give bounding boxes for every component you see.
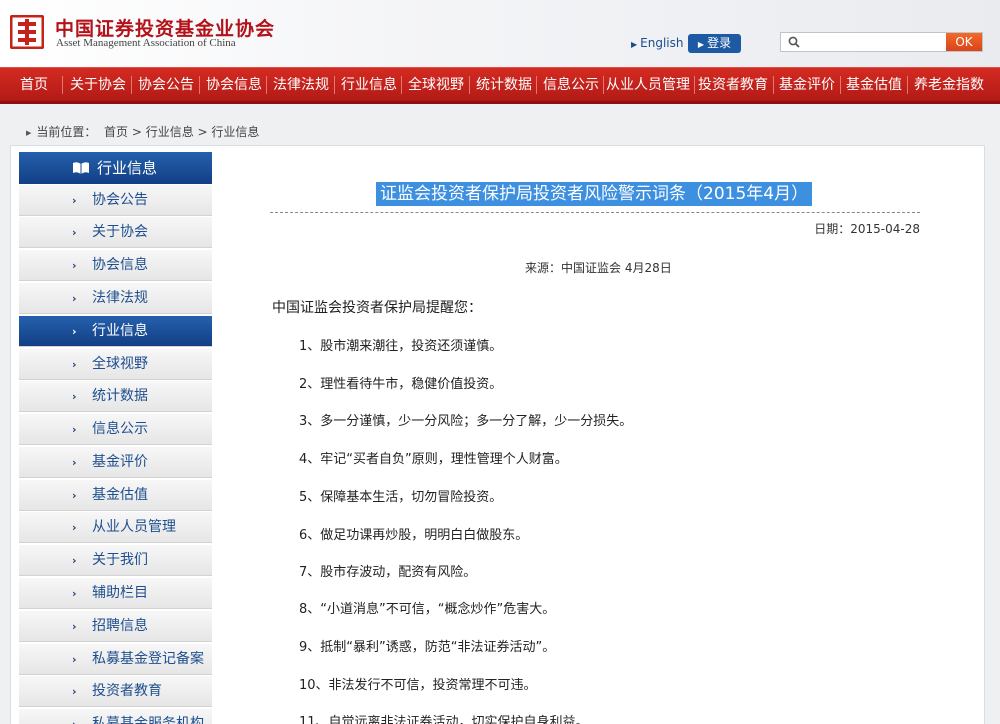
nav-disclosure[interactable]: 信息公示 [543, 68, 599, 102]
chevron-right-icon: › [72, 358, 77, 371]
title-divider [270, 212, 920, 213]
sidebar-item-private-fund-services[interactable]: ›私募基金服务机构 [19, 709, 212, 724]
sidebar-item-auxiliary[interactable]: › 辅助栏目 [19, 578, 212, 609]
nav-divider [694, 76, 695, 94]
search-icon [788, 36, 800, 48]
search-ok-button[interactable]: OK [946, 33, 982, 51]
nav-investor-education[interactable]: 投资者教育 [698, 68, 768, 102]
sidebar-item-about-us[interactable]: › 关于我们 [19, 545, 212, 576]
chevron-right-icon: › [72, 709, 77, 724]
sidebar-item-announcements[interactable]: › 协会公告 [19, 185, 212, 216]
chevron-right-icon: › [72, 456, 77, 469]
main-nav: 首页 关于协会 协会公告 协会信息 法律法规 行业信息 全球视野 统计数据 信息… [0, 67, 1000, 104]
nav-divider [334, 76, 335, 94]
breadcrumb-path[interactable]: 首页 > 行业信息 > 行业信息 [104, 125, 259, 139]
site-header: 中国证券投资基金业协会 Asset Management Association… [0, 0, 1000, 67]
english-link[interactable]: ▶ English [631, 36, 684, 50]
article-date: 日期：2015-04-28 [814, 222, 920, 236]
chevron-right-icon: › [72, 489, 77, 502]
article-source: 来源：中国证监会 4月28日 [525, 261, 672, 275]
chevron-right-icon: › [72, 325, 77, 338]
nav-fund-valuation[interactable]: 基金估值 [846, 68, 902, 102]
sidebar-item-global-view[interactable]: › 全球视野 [19, 349, 212, 380]
nav-home[interactable]: 首页 [20, 68, 48, 102]
breadcrumb-arrow-icon: ▶ [26, 129, 32, 137]
arrow-right-icon: ▶ [697, 40, 705, 49]
article-line: 7、股市存波动，配资有风险。 [299, 565, 477, 580]
association-logo-icon[interactable] [10, 15, 44, 49]
sidebar-item-industry-info[interactable]: › 行业信息 [19, 316, 212, 347]
chevron-right-icon: › [72, 259, 77, 272]
org-name-en: Asset Management Association of China [56, 37, 236, 49]
chevron-right-icon: › [72, 554, 77, 567]
nav-pension-index[interactable]: 养老金指数 [914, 68, 984, 102]
sidebar-item-laws[interactable]: › 法律法规 [19, 283, 212, 314]
article-line: 10、非法发行不可信，投资常理不可违。 [299, 678, 537, 693]
search-input[interactable] [805, 34, 945, 50]
article-line: 8、“小道消息”不可信，“概念炒作”危害大。 [299, 602, 556, 617]
article-line: 2、理性看待牛市，稳健价值投资。 [299, 377, 503, 392]
chevron-right-icon: › [72, 685, 77, 698]
sidebar-item-private-fund-registration[interactable]: › 私募基金登记备案 [19, 644, 212, 675]
article-line: 3、多一分谨慎，少一分风险；多一分了解，少一分损失。 [299, 414, 633, 429]
nav-divider [266, 76, 267, 94]
nav-divider [131, 76, 132, 94]
chevron-right-icon: › [72, 620, 77, 633]
nav-fund-rating[interactable]: 基金评价 [779, 68, 835, 102]
nav-global-view[interactable]: 全球视野 [408, 68, 464, 102]
nav-association-info[interactable]: 协会信息 [206, 68, 262, 102]
article-line: 9、抵制“暴利”诱惑，防范“非法证券活动”。 [299, 640, 556, 655]
nav-announcements[interactable]: 协会公告 [138, 68, 194, 102]
nav-divider [199, 76, 200, 94]
article-line: 11、自觉远离非法证券活动，切实保护自身利益。 [299, 715, 589, 724]
sidebar-item-investor-education[interactable]: › 投资者教育 [19, 676, 212, 707]
article-line: 1、股市潮来潮往，投资还须谨慎。 [299, 339, 503, 354]
sidebar-item-fund-valuation[interactable]: › 基金估值 [19, 480, 212, 511]
nav-industry-info[interactable]: 行业信息 [341, 68, 397, 102]
nav-statistics[interactable]: 统计数据 [476, 68, 532, 102]
breadcrumb: ▶ 当前位置： 首页 > 行业信息 > 行业信息 [26, 123, 259, 140]
nav-divider [907, 76, 908, 94]
login-button[interactable]: ▶ 登录 [688, 34, 741, 53]
nav-divider [469, 76, 470, 94]
chevron-right-icon: › [72, 194, 77, 207]
breadcrumb-prefix: 当前位置： [36, 125, 97, 139]
chevron-right-icon: › [72, 292, 77, 305]
nav-practitioner-mgmt[interactable]: 从业人员管理 [606, 68, 690, 102]
nav-laws[interactable]: 法律法规 [273, 68, 329, 102]
sidebar-item-disclosure[interactable]: › 信息公示 [19, 414, 212, 445]
article-intro: 中国证监会投资者保护局提醒您： [272, 300, 482, 316]
chevron-right-icon: › [72, 587, 77, 600]
article-line: 4、牢记“买者自负”原则，理性管理个人财富。 [299, 452, 568, 467]
search-box: OK [780, 32, 983, 52]
nav-divider [840, 76, 841, 94]
article-line: 5、保障基本生活，切勿冒险投资。 [299, 490, 503, 505]
sidebar-item-fund-rating[interactable]: › 基金评价 [19, 447, 212, 478]
nav-divider [401, 76, 402, 94]
nav-about[interactable]: 关于协会 [70, 68, 126, 102]
chevron-right-icon: › [72, 423, 77, 436]
open-book-icon [73, 162, 89, 174]
article-line: 6、做足功课再炒股，明明白白做股东。 [299, 528, 529, 543]
sidebar-item-association-info[interactable]: › 协会信息 [19, 250, 212, 281]
sidebar-item-statistics[interactable]: › 统计数据 [19, 381, 212, 412]
nav-divider [773, 76, 774, 94]
arrow-right-icon: ▶ [631, 40, 638, 49]
nav-divider [603, 76, 604, 94]
nav-divider [62, 76, 63, 94]
sidebar-item-about[interactable]: › 关于协会 [19, 217, 212, 248]
chevron-right-icon: › [72, 226, 77, 239]
chevron-right-icon: › [72, 521, 77, 534]
nav-divider [536, 76, 537, 94]
sidebar-item-practitioner-mgmt[interactable]: › 从业人员管理 [19, 512, 212, 543]
sidebar-title: 行业信息 [19, 152, 212, 184]
article-title: 证监会投资者保护局投资者风险警示词条（2015年4月） [376, 182, 813, 206]
sidebar-item-jobs[interactable]: › 招聘信息 [19, 611, 212, 642]
chevron-right-icon: › [72, 390, 77, 403]
chevron-right-icon: › [72, 653, 77, 666]
